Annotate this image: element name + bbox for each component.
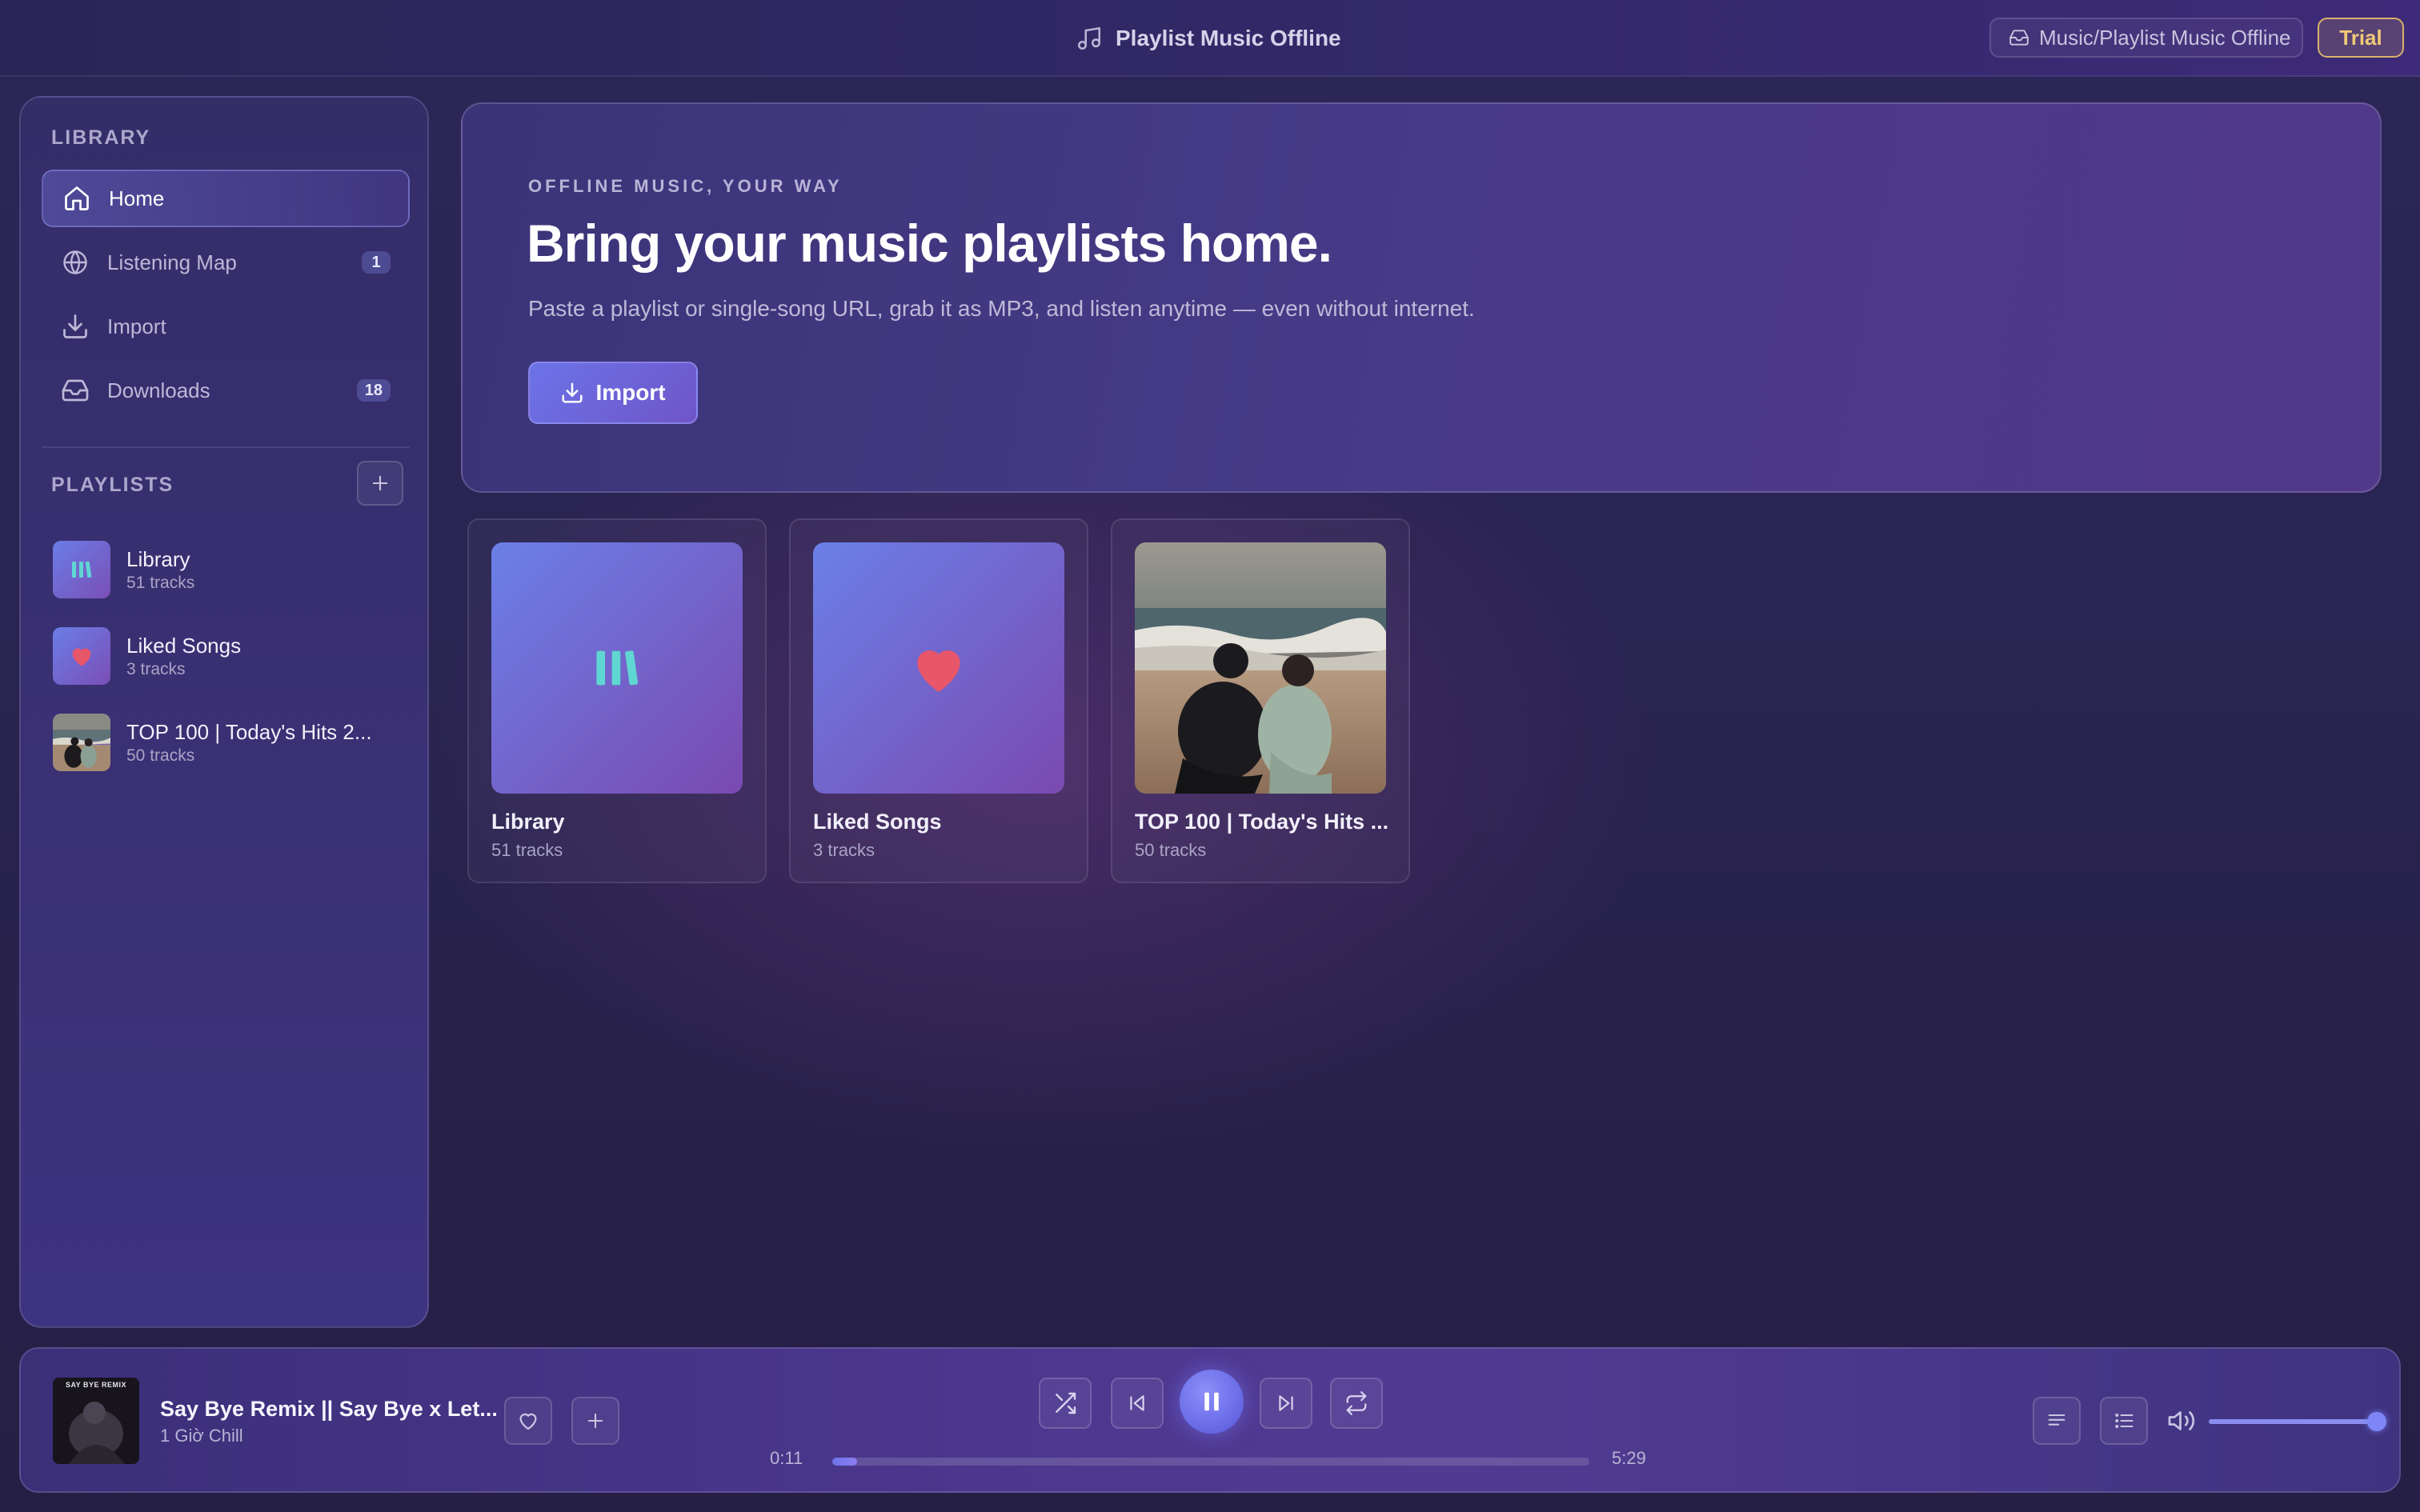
seek-bar-fill	[832, 1458, 858, 1466]
hero-title: Bring your music playlists home.	[527, 214, 1332, 273]
skip-forward-icon	[1276, 1393, 1296, 1414]
hero-subtitle: Paste a playlist or single-song URL, gra…	[528, 296, 1475, 321]
now-playing-title: Say Bye Remix || Say Bye x Let...	[160, 1397, 496, 1421]
cover-text: SAY BYE REMIX	[65, 1381, 127, 1389]
heart-icon	[907, 636, 971, 700]
app-title-text: Playlist Music Offline	[1116, 26, 1341, 50]
app-title: Playlist Music Offline	[1076, 22, 1341, 54]
count-badge: 1	[362, 251, 391, 274]
sidebar-divider	[42, 446, 410, 448]
card-title: TOP 100 | Today's Hits ...	[1135, 810, 1389, 834]
player-bar: SAY BYE REMIX Say Bye Remix || Say Bye x…	[19, 1347, 2401, 1493]
playlist-name: Liked Songs	[126, 633, 242, 658]
folder-path-text: Music/Playlist Music Offline	[2039, 25, 2291, 50]
import-button[interactable]: Import	[528, 362, 698, 424]
playlist-thumbnail	[53, 541, 110, 598]
plus-icon	[584, 1410, 607, 1432]
now-playing-artist: 1 Giờ Chill	[160, 1426, 243, 1446]
download-icon	[61, 312, 90, 341]
skip-back-icon	[1127, 1393, 1148, 1414]
sidebar-item-label: Listening Map	[107, 250, 237, 274]
playlist-track-count: 50 tracks	[126, 746, 195, 765]
volume-fill	[2209, 1419, 2377, 1424]
bars-icon	[591, 642, 643, 694]
sidebar: LIBRARY Home Listening Map 1 Import Down…	[19, 96, 429, 1328]
top-bar: Playlist Music Offline Music/Playlist Mu…	[0, 0, 2420, 77]
hero-eyebrow: OFFLINE MUSIC, YOUR WAY	[528, 176, 843, 196]
list-icon	[2113, 1410, 2135, 1432]
heart-outline-icon	[516, 1409, 540, 1433]
repeat-button[interactable]	[1330, 1378, 1383, 1429]
sidebar-item-downloads[interactable]: Downloads 18	[42, 362, 410, 419]
download-icon	[560, 381, 584, 405]
hero-banner: OFFLINE MUSIC, YOUR WAY Bring your music…	[461, 102, 2382, 493]
globe-icon	[61, 248, 90, 277]
volume-thumb[interactable]	[2367, 1412, 2386, 1431]
add-to-playlist-button[interactable]	[571, 1397, 619, 1445]
playlist-thumbnail	[53, 627, 110, 685]
seek-bar[interactable]	[832, 1458, 1589, 1466]
import-button-label: Import	[595, 380, 666, 405]
plus-icon	[369, 472, 391, 494]
sidebar-item-label: Home	[109, 186, 165, 210]
card-track-count: 50 tracks	[1135, 840, 1207, 860]
folder-path-chip[interactable]: Music/Playlist Music Offline	[1989, 18, 2303, 58]
inbox-icon	[2009, 27, 2029, 48]
playlist-card-liked-songs[interactable]: Liked Songs 3 tracks	[789, 518, 1088, 883]
heart-icon	[68, 642, 95, 670]
queue-button[interactable]	[2100, 1397, 2148, 1445]
card-title: Library	[491, 810, 565, 834]
card-track-count: 3 tracks	[813, 840, 875, 860]
sidebar-item-label: Import	[107, 314, 166, 338]
repeat-icon	[1344, 1391, 1368, 1415]
elapsed-time: 0:11	[770, 1448, 803, 1468]
shuffle-icon	[1052, 1390, 1078, 1416]
playlists-section-label: PLAYLISTS	[51, 474, 174, 496]
playlist-track-count: 51 tracks	[126, 573, 195, 592]
card-title: Liked Songs	[813, 810, 942, 834]
playlist-name: TOP 100 | Today's Hits 2...	[126, 719, 372, 744]
playlist-track-count: 3 tracks	[126, 659, 186, 678]
bars-icon	[70, 558, 94, 582]
sidebar-item-import[interactable]: Import	[42, 298, 410, 355]
music-note-icon	[1076, 25, 1103, 52]
beach-photo-cover	[1135, 542, 1386, 794]
playlist-cover	[491, 542, 743, 794]
shuffle-button[interactable]	[1039, 1378, 1092, 1429]
volume-icon[interactable]	[2167, 1406, 2196, 1435]
sidebar-playlist-library[interactable]: Library 51 tracks	[53, 539, 405, 600]
inbox-icon	[61, 376, 90, 405]
library-section-label: LIBRARY	[51, 126, 151, 149]
volume-slider[interactable]	[2209, 1412, 2386, 1431]
sidebar-item-listening-map[interactable]: Listening Map 1	[42, 234, 410, 291]
sidebar-item-label: Downloads	[107, 378, 210, 402]
lyrics-button[interactable]	[2033, 1397, 2081, 1445]
now-playing-cover: SAY BYE REMIX	[53, 1378, 139, 1464]
trial-badge[interactable]: Trial	[2318, 18, 2404, 58]
sidebar-playlist-liked-songs[interactable]: Liked Songs 3 tracks	[53, 626, 405, 686]
playlist-card-top-100[interactable]: TOP 100 | Today's Hits ... 50 tracks	[1111, 518, 1410, 883]
playlist-name: Library	[126, 546, 190, 571]
sidebar-item-home[interactable]: Home	[42, 170, 410, 227]
previous-button[interactable]	[1111, 1378, 1164, 1429]
pause-icon	[1200, 1390, 1224, 1414]
playlist-card-library[interactable]: Library 51 tracks	[467, 518, 767, 883]
lyrics-icon	[2045, 1410, 2068, 1432]
count-badge: 18	[356, 379, 391, 402]
add-playlist-button[interactable]	[357, 461, 403, 506]
play-pause-button[interactable]	[1180, 1370, 1244, 1434]
beach-photo-thumbnail	[53, 714, 110, 771]
playlist-cover	[813, 542, 1064, 794]
card-track-count: 51 tracks	[491, 840, 563, 860]
total-duration: 5:29	[1612, 1448, 1646, 1468]
home-icon	[62, 184, 91, 213]
like-button[interactable]	[504, 1397, 552, 1445]
next-button[interactable]	[1260, 1378, 1312, 1429]
sidebar-playlist-top-100[interactable]: TOP 100 | Today's Hits 2... 50 tracks	[53, 712, 405, 773]
